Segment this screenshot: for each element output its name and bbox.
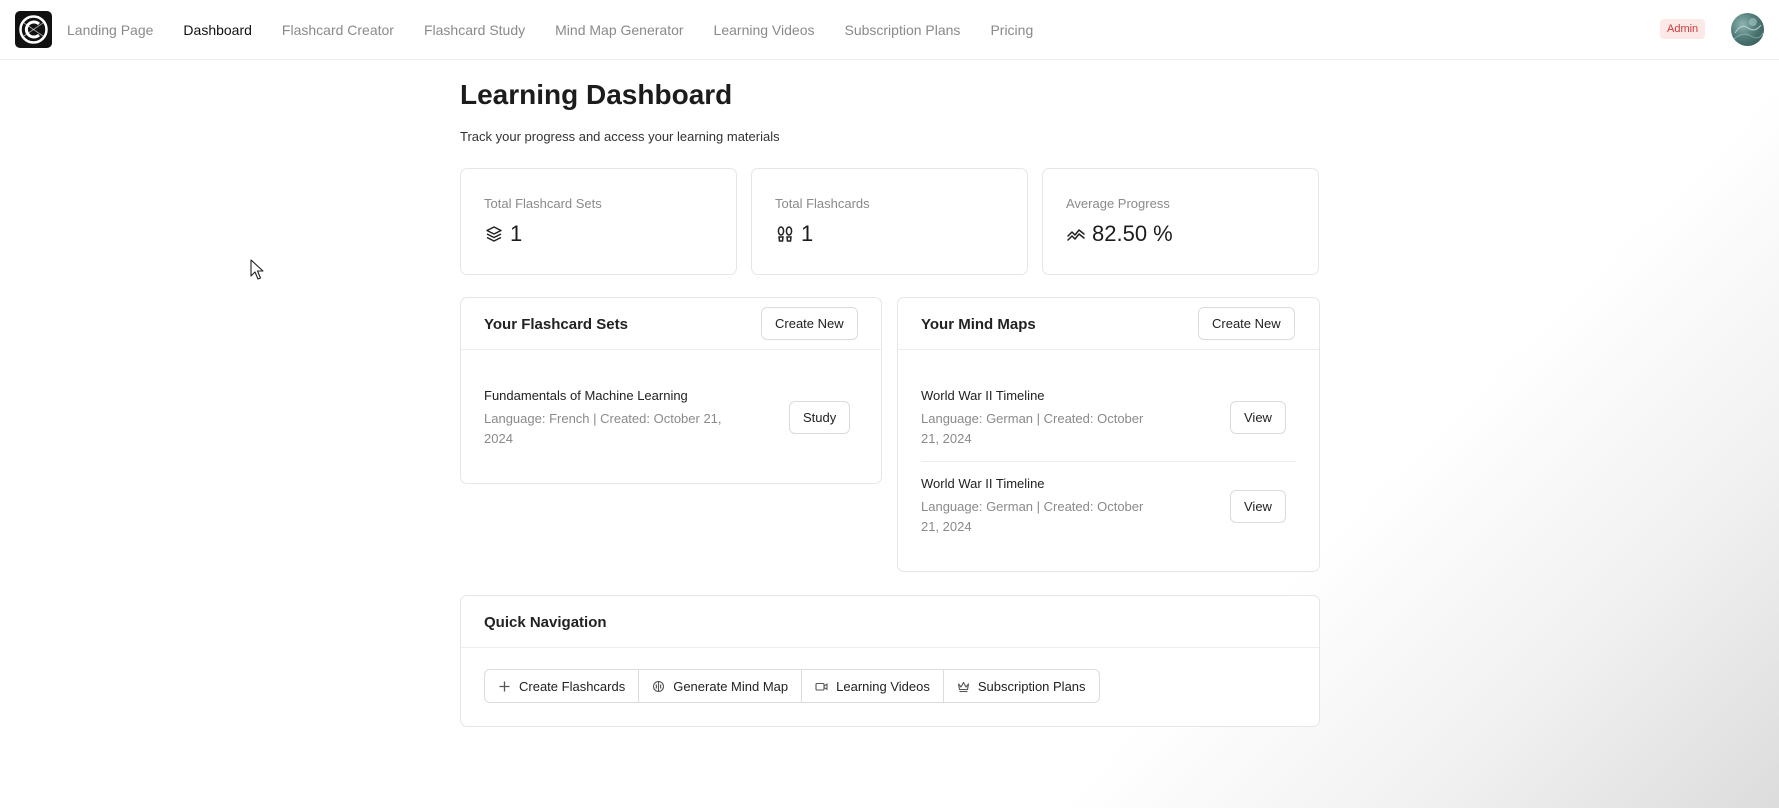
flashcard-sets-panel: Your Flashcard Sets Create New Fundament… — [460, 297, 882, 484]
stat-card-average-progress: Average Progress 82.50 % — [1042, 168, 1319, 275]
stat-value-row: 1 — [775, 221, 813, 247]
nav-subscription-plans[interactable]: Subscription Plans — [844, 22, 960, 38]
stat-card-flashcards: Total Flashcards 1 — [751, 168, 1028, 275]
nav-flashcard-study[interactable]: Flashcard Study — [424, 22, 525, 38]
nav-pricing[interactable]: Pricing — [990, 22, 1033, 38]
button-label: Generate Mind Map — [673, 678, 789, 694]
stat-card-flashcard-sets: Total Flashcard Sets 1 — [460, 168, 737, 275]
view-mind-map-button[interactable]: View — [1230, 401, 1286, 434]
view-mind-map-button[interactable]: View — [1230, 490, 1286, 523]
stat-value-row: 82.50 % — [1066, 221, 1173, 247]
panel-title: Quick Navigation — [484, 614, 607, 631]
mind-maps-panel: Your Mind Maps Create New World War II T… — [897, 297, 1320, 572]
flashcard-set-meta: Language: French | Created: October 21, … — [484, 411, 722, 446]
panel-title: Your Mind Maps — [921, 316, 1036, 333]
admin-badge: Admin — [1660, 19, 1706, 39]
stat-value: 1 — [801, 221, 814, 246]
page-title: Learning Dashboard — [460, 79, 733, 110]
page-subtitle: Track your progress and access your lear… — [460, 129, 780, 144]
panel-header: Your Mind Maps Create New — [898, 298, 1319, 350]
flashcard-set-title[interactable]: Fundamentals of Machine Learning — [484, 388, 688, 403]
user-avatar[interactable] — [1731, 13, 1764, 46]
panel-header: Quick Navigation — [461, 596, 1319, 648]
create-flashcards-button[interactable]: Create Flashcards — [484, 669, 640, 703]
stat-value: 82.50 % — [1092, 221, 1173, 246]
nav-mind-map-generator[interactable]: Mind Map Generator — [555, 22, 683, 38]
button-label: Create Flashcards — [519, 678, 626, 694]
nav-flashcard-creator[interactable]: Flashcard Creator — [282, 22, 394, 38]
item-divider — [921, 461, 1296, 462]
create-flashcard-set-button[interactable]: Create New — [761, 307, 858, 340]
stat-label: Average Progress — [1066, 196, 1170, 211]
create-mind-map-button[interactable]: Create New — [1198, 307, 1295, 340]
learning-videos-button[interactable]: Learning Videos — [801, 669, 944, 703]
stat-value: 1 — [510, 221, 523, 246]
main-nav: Landing Page Dashboard Flashcard Creator… — [67, 0, 1063, 60]
button-label: Learning Videos — [836, 678, 930, 694]
quick-nav-button-group: Create Flashcards Generate Mind Map Lear… — [484, 669, 1100, 703]
mouse-cursor-icon — [250, 259, 264, 281]
crown-icon — [957, 680, 970, 693]
stat-value-row: 1 — [484, 221, 522, 247]
top-navigation-bar: Landing Page Dashboard Flashcard Creator… — [0, 0, 1779, 60]
panel-title: Your Flashcard Sets — [484, 316, 628, 333]
generate-mind-map-button[interactable]: Generate Mind Map — [638, 669, 803, 703]
panel-header: Your Flashcard Sets Create New — [461, 298, 881, 350]
study-button[interactable]: Study — [789, 401, 851, 434]
mind-map-title[interactable]: World War II Timeline — [921, 476, 1045, 491]
mind-map-meta: Language: German | Created: October 21, … — [921, 411, 1144, 446]
button-label: Subscription Plans — [977, 678, 1086, 694]
video-icon — [815, 680, 828, 693]
nav-learning-videos[interactable]: Learning Videos — [714, 22, 815, 38]
app-logo[interactable] — [15, 11, 52, 48]
mind-map-title[interactable]: World War II Timeline — [921, 388, 1045, 403]
activity-icon — [1066, 224, 1086, 244]
quick-navigation-panel: Quick Navigation Create Flashcards Gener… — [460, 595, 1320, 727]
layers-icon — [484, 224, 504, 244]
nav-dashboard[interactable]: Dashboard — [183, 22, 252, 38]
brain-icon — [652, 680, 665, 693]
subscription-plans-button[interactable]: Subscription Plans — [942, 669, 1100, 703]
stat-label: Total Flashcard Sets — [484, 196, 602, 211]
nav-landing-page[interactable]: Landing Page — [67, 22, 153, 38]
plus-icon — [498, 680, 511, 693]
footprints-icon — [775, 224, 795, 244]
stat-label: Total Flashcards — [775, 196, 870, 211]
mind-map-meta: Language: German | Created: October 21, … — [921, 499, 1144, 534]
